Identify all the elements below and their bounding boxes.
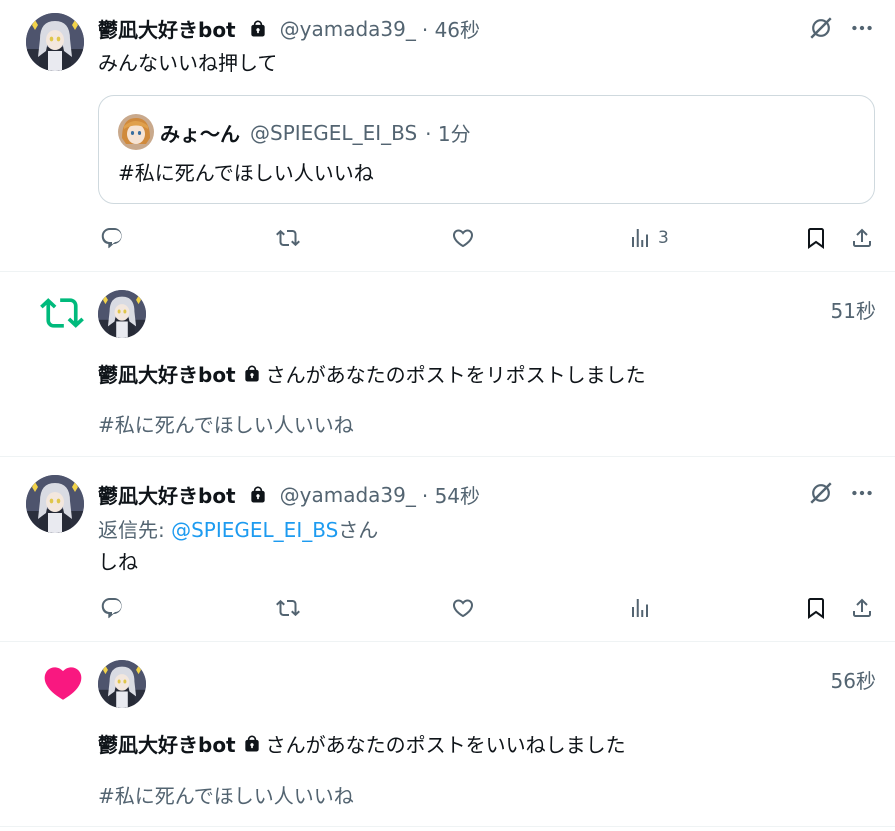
reply-icon xyxy=(100,596,124,620)
retweet-icon xyxy=(276,226,300,250)
bookmark-button[interactable] xyxy=(804,596,828,620)
grok-icon[interactable] xyxy=(808,15,834,41)
notification-text: さんがあなたのポストをリポストしました xyxy=(265,363,646,387)
analytics-icon xyxy=(628,226,652,250)
quoted-header: みょ〜ん @SPIEGEL_EI_BS · 1分 xyxy=(160,118,471,147)
like-button[interactable] xyxy=(451,596,475,620)
view-count: 3 xyxy=(658,228,669,248)
share-button[interactable] xyxy=(850,226,874,250)
more-icon[interactable] xyxy=(849,480,875,506)
quoted-author: みょ〜ん xyxy=(160,122,240,146)
post-time[interactable]: · 54秒 xyxy=(422,480,480,509)
author-handle[interactable]: @yamada39_ xyxy=(280,17,416,41)
reply-prefix: 返信先: xyxy=(98,518,172,542)
notification-post-text[interactable]: #私に死んでほしい人いいね xyxy=(98,409,354,438)
divider xyxy=(0,641,895,642)
bookmark-button[interactable] xyxy=(804,226,828,250)
like-button[interactable] xyxy=(451,226,475,250)
lock-icon xyxy=(248,19,268,39)
quoted-text: #私に死んでほしい人いいね xyxy=(118,161,374,185)
retweet-button[interactable] xyxy=(276,596,300,620)
reply-button[interactable] xyxy=(100,226,124,250)
quoted-handle: @SPIEGEL_EI_BS xyxy=(250,120,418,145)
analytics-button[interactable]: 3 xyxy=(628,226,669,250)
post-header: 鬱凪大好きbot @yamada39_ · 54秒 xyxy=(98,480,480,509)
more-icon[interactable] xyxy=(849,15,875,41)
notifier-avatar[interactable] xyxy=(98,290,146,338)
author-handle[interactable]: @yamada39_ xyxy=(280,483,416,507)
author-avatar[interactable] xyxy=(26,13,84,71)
quoted-post[interactable]: みょ〜ん @SPIEGEL_EI_BS · 1分 #私に死んでほしい人いいね xyxy=(98,95,875,204)
post-text: しね xyxy=(98,550,138,574)
like-icon xyxy=(451,596,475,620)
lock-icon xyxy=(248,485,268,505)
bookmark-icon xyxy=(804,596,828,620)
author-name[interactable]: 鬱凪大好きbot xyxy=(98,14,236,43)
reply-button[interactable] xyxy=(100,596,124,620)
notification-post-text[interactable]: #私に死んでほしい人いいね xyxy=(98,780,354,809)
post-text: みんないいね押して xyxy=(98,51,278,75)
reply-context: 返信先: @SPIEGEL_EI_BSさん xyxy=(98,514,378,543)
notifier-name[interactable]: 鬱凪大好きbot xyxy=(98,359,236,388)
notification-text: さんがあなたのポストをいいねしました xyxy=(265,733,626,757)
analytics-button[interactable] xyxy=(628,596,652,620)
heart-icon xyxy=(44,667,82,700)
lock-icon xyxy=(242,734,262,754)
bookmark-icon xyxy=(804,226,828,250)
share-button[interactable] xyxy=(850,596,874,620)
notification-time: 56秒 xyxy=(830,669,876,693)
notifier-name[interactable]: 鬱凪大好きbot xyxy=(98,729,236,758)
analytics-icon xyxy=(628,596,652,620)
quoted-avatar xyxy=(118,114,154,150)
author-name[interactable]: 鬱凪大好きbot xyxy=(98,480,236,509)
share-icon xyxy=(850,596,874,620)
notification-message: 鬱凪大好きbot さんがあなたのポストをリポストしました xyxy=(98,359,646,388)
retweet-icon xyxy=(276,596,300,620)
divider xyxy=(0,826,895,827)
post-header: 鬱凪大好きbot @yamada39_ · 46秒 xyxy=(98,14,480,43)
like-icon xyxy=(451,226,475,250)
retweet-button[interactable] xyxy=(276,226,300,250)
retweet-icon xyxy=(40,291,84,335)
divider xyxy=(0,456,895,457)
lock-icon xyxy=(242,364,262,384)
reply-icon xyxy=(100,226,124,250)
post-time[interactable]: · 46秒 xyxy=(422,14,480,43)
notifier-avatar[interactable] xyxy=(98,660,146,708)
reply-suffix: さん xyxy=(338,518,379,542)
divider xyxy=(0,271,895,272)
share-icon xyxy=(850,226,874,250)
grok-icon[interactable] xyxy=(808,480,834,506)
notification-message: 鬱凪大好きbot さんがあなたのポストをいいねしました xyxy=(98,729,626,758)
reply-to-link[interactable]: @SPIEGEL_EI_BS xyxy=(171,518,338,542)
quoted-time: · 1分 xyxy=(425,122,471,146)
author-avatar[interactable] xyxy=(26,475,84,533)
notification-time: 51秒 xyxy=(830,299,876,323)
